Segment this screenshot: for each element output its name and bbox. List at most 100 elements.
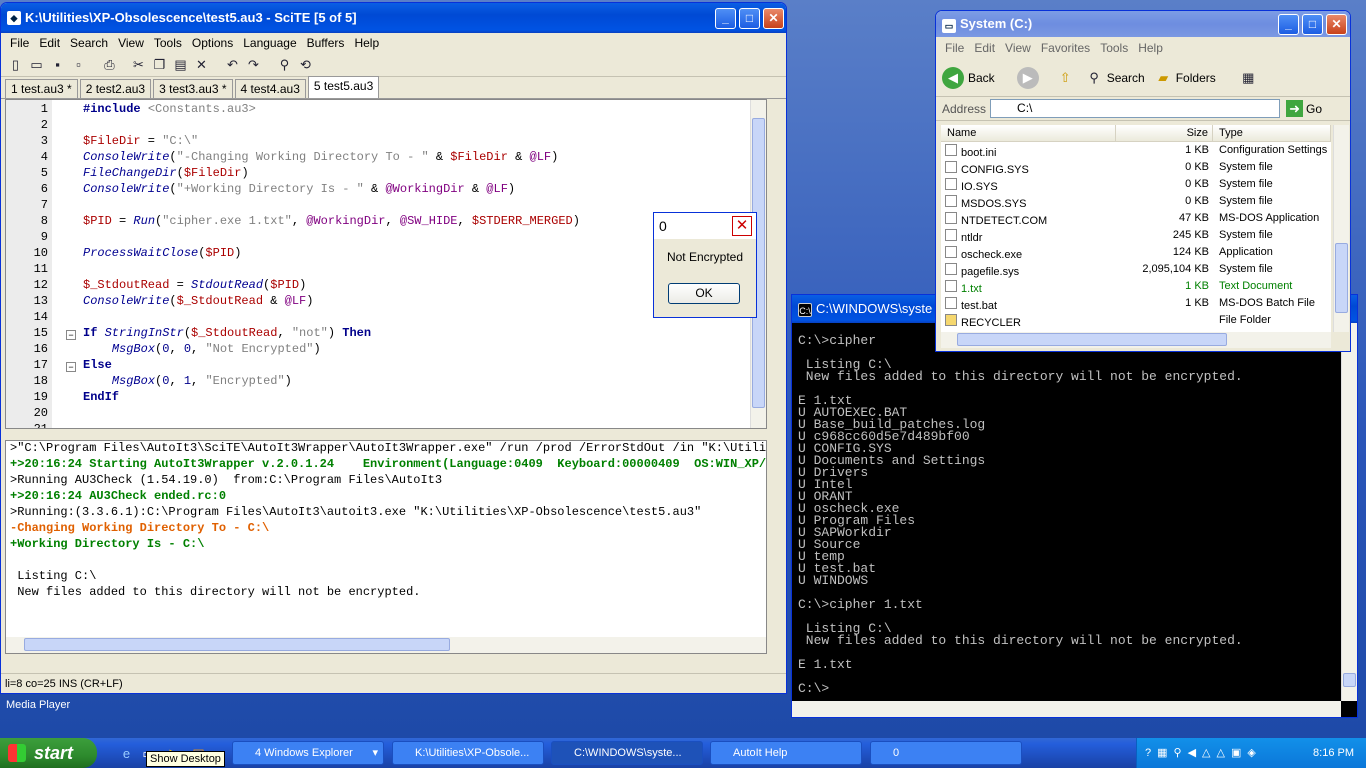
cut-icon[interactable]: ✂ — [130, 56, 147, 73]
file-row[interactable]: RECYCLER File Folder — [941, 312, 1331, 329]
maximize-button[interactable]: □ — [739, 8, 760, 29]
tray-icons[interactable]: ?▦⚲◀△△▣◈ — [1145, 738, 1262, 768]
explorer-scroll-thumb[interactable] — [1335, 243, 1348, 313]
ok-button[interactable]: OK — [668, 283, 740, 304]
message-box-title: 0 — [659, 218, 667, 234]
explorer-menu-favorites[interactable]: Favorites — [1036, 41, 1095, 55]
delete-icon[interactable]: ✕ — [193, 56, 210, 73]
taskbar-button-cmd[interactable]: C:\WINDOWS\syste... — [551, 741, 703, 765]
output-pane[interactable]: >"C:\Program Files\AutoIt3\SciTE\AutoIt3… — [5, 440, 767, 654]
file-row[interactable]: oscheck.exe 124 KB Application — [941, 244, 1331, 261]
taskbar-button-autoit-help[interactable]: AutoIt Help — [710, 741, 862, 765]
search-icon[interactable]: ⚲ — [1086, 69, 1103, 86]
back-button[interactable]: Back — [968, 71, 995, 85]
explorer-titlebar[interactable]: ▭ System (C:) _ □ ✕ — [936, 11, 1350, 37]
output-scroll-thumb[interactable] — [24, 638, 450, 651]
line-number: 19 — [33, 390, 48, 404]
file-row[interactable]: 1.txt 1 KB Text Document — [941, 278, 1331, 295]
explorer-vertical-scrollbar[interactable] — [1333, 125, 1349, 332]
folders-icon[interactable]: ▰ — [1155, 69, 1172, 86]
menu-item-buffers[interactable]: Buffers — [302, 36, 350, 50]
clock[interactable]: 8:16 PM — [1313, 747, 1354, 759]
go-arrow-icon[interactable]: ➜ — [1286, 100, 1304, 117]
message-box-titlebar[interactable]: 0 ✕ — [654, 213, 756, 239]
explorer-menu-help[interactable]: Help — [1133, 41, 1168, 55]
paste-icon[interactable]: ▤ — [172, 56, 189, 73]
file-row[interactable]: CONFIG.SYS 0 KB System file — [941, 159, 1331, 176]
file-row[interactable]: MSDOS.SYS 0 KB System file — [941, 193, 1331, 210]
file-tab[interactable]: 5 test5.au3 — [307, 76, 380, 98]
desktop-icon-label[interactable]: Media Player — [6, 699, 70, 711]
internet-explorer-icon[interactable]: e — [118, 745, 135, 762]
new-file-icon[interactable]: ▯ — [7, 56, 24, 73]
line-number: 17 — [33, 358, 48, 372]
save-icon[interactable]: ▪ — [49, 56, 66, 73]
taskbar-button-scite[interactable]: K:\Utilities\XP-Obsole... — [392, 741, 544, 765]
column-size[interactable]: Size — [1116, 125, 1213, 141]
file-row[interactable]: pagefile.sys 2,095,104 KB System file — [941, 261, 1331, 278]
scite-titlebar[interactable]: ◆ K:\Utilities\XP-Obsolescence\test5.au3… — [1, 3, 786, 33]
explorer-close-button[interactable]: ✕ — [1326, 14, 1347, 35]
file-size: 1 KB — [1185, 297, 1209, 309]
menu-item-options[interactable]: Options — [187, 36, 238, 50]
undo-icon[interactable]: ↶ — [224, 56, 241, 73]
menu-item-help[interactable]: Help — [349, 36, 384, 50]
file-row[interactable]: boot.ini 1 KB Configuration Settings — [941, 142, 1331, 159]
folders-button[interactable]: Folders — [1176, 71, 1216, 85]
close-file-icon[interactable]: ▫ — [70, 56, 87, 73]
explorer-menu-view[interactable]: View — [1000, 41, 1036, 55]
file-row[interactable]: NTDETECT.COM 47 KB MS-DOS Application — [941, 210, 1331, 227]
cmd-vertical-scrollbar[interactable] — [1341, 323, 1357, 701]
views-icon[interactable]: ▦ — [1240, 69, 1257, 86]
drive-icon: ▭ — [942, 19, 956, 33]
output-horizontal-scrollbar[interactable] — [6, 637, 766, 653]
address-input[interactable]: C:\ — [990, 99, 1281, 118]
file-row[interactable]: ntldr 245 KB System file — [941, 227, 1331, 244]
menu-item-edit[interactable]: Edit — [34, 36, 65, 50]
open-folder-icon[interactable]: ▭ — [28, 56, 45, 73]
forward-arrow-icon[interactable]: ▶ — [1016, 66, 1039, 89]
menu-item-view[interactable]: View — [113, 36, 149, 50]
back-arrow-icon[interactable]: ◀ — [942, 66, 964, 89]
column-type[interactable]: Type — [1213, 125, 1331, 141]
menu-item-language[interactable]: Language — [238, 36, 301, 50]
menu-item-file[interactable]: File — [5, 36, 34, 50]
replace-icon[interactable]: ⟲ — [297, 56, 314, 73]
explorer-menu-edit[interactable]: Edit — [969, 41, 1000, 55]
explorer-menu-tools[interactable]: Tools — [1095, 41, 1133, 55]
explorer-minimize-button[interactable]: _ — [1278, 14, 1299, 35]
explorer-maximize-button[interactable]: □ — [1302, 14, 1323, 35]
explorer-hscroll-thumb[interactable] — [957, 333, 1227, 346]
file-icon — [945, 212, 957, 224]
file-tab[interactable]: 3 test3.au3 * — [153, 79, 233, 98]
cmd-horizontal-scrollbar[interactable] — [792, 701, 1341, 717]
minimize-button[interactable]: _ — [715, 8, 736, 29]
fold-marker-else[interactable]: − — [66, 362, 76, 372]
file-icon — [945, 314, 957, 326]
up-folder-icon[interactable]: ⇧ — [1057, 69, 1074, 86]
close-button[interactable]: ✕ — [763, 8, 784, 29]
cmd-scroll-thumb[interactable] — [1343, 673, 1356, 687]
start-button[interactable]: start — [0, 738, 97, 768]
fold-marker-if[interactable]: − — [66, 330, 76, 340]
menu-item-search[interactable]: Search — [65, 36, 113, 50]
message-box-close-button[interactable]: ✕ — [732, 216, 752, 236]
file-tab[interactable]: 4 test4.au3 — [234, 79, 306, 98]
copy-icon[interactable]: ❐ — [151, 56, 168, 73]
print-icon[interactable]: ⎙ — [101, 56, 118, 73]
taskbar-button-msgbox[interactable]: 0 — [870, 741, 1022, 765]
menu-item-tools[interactable]: Tools — [149, 36, 187, 50]
file-tab[interactable]: 2 test2.au3 — [79, 79, 152, 98]
explorer-horizontal-scrollbar[interactable] — [941, 332, 1331, 348]
file-row[interactable]: IO.SYS 0 KB System file — [941, 176, 1331, 193]
find-icon[interactable]: ⚲ — [276, 56, 293, 73]
file-row[interactable]: test.bat 1 KB MS-DOS Batch File — [941, 295, 1331, 312]
redo-icon[interactable]: ↷ — [245, 56, 262, 73]
taskbar-button-explorer[interactable]: 4 Windows Explorer ▾ — [232, 741, 384, 765]
go-button[interactable]: Go — [1306, 102, 1322, 116]
column-name[interactable]: Name — [941, 125, 1116, 141]
explorer-menu-file[interactable]: File — [940, 41, 969, 55]
file-type: File Folder — [1219, 314, 1271, 326]
search-button[interactable]: Search — [1107, 71, 1145, 85]
file-tab[interactable]: 1 test.au3 * — [5, 79, 78, 98]
